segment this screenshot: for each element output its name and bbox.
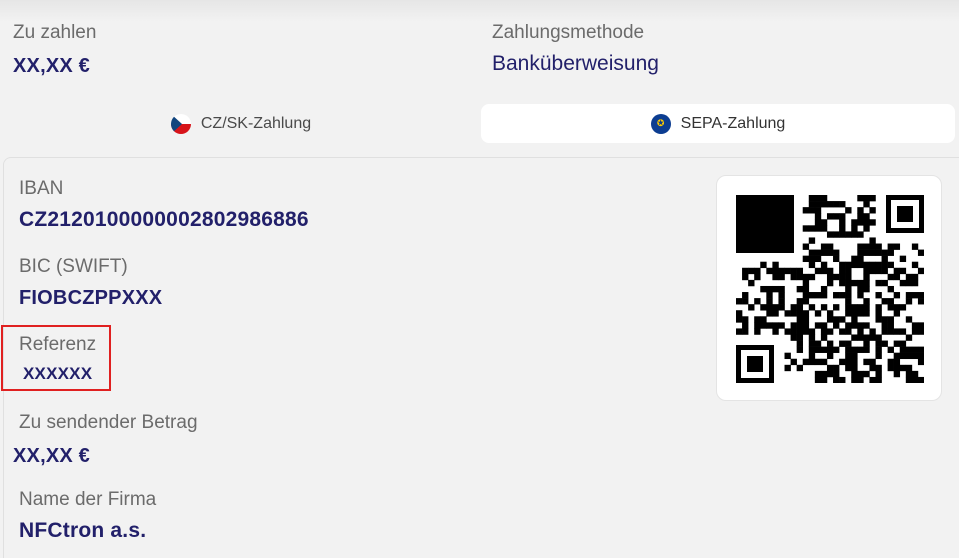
tab-cz-sk-label: CZ/SK-Zahlung [200, 114, 312, 132]
reference-highlight-box [1, 325, 111, 391]
payment-method-label: Zahlungsmethode [492, 22, 645, 43]
send-amount-value: XX,XX € [13, 445, 90, 467]
tab-sepa-payment[interactable]: ✪ SEPA-Zahlung [481, 104, 955, 143]
tab-cz-sk-payment[interactable]: CZ/SK-Zahlung [6, 104, 476, 143]
company-name-value: NFCtron a.s. [19, 519, 147, 542]
czech-flag-icon [170, 113, 191, 134]
qr-code-card [716, 175, 942, 401]
iban-label: IBAN [19, 178, 64, 199]
tab-sepa-label: SEPA-Zahlung [680, 114, 786, 132]
bic-value: FIOBCZPPXXX [19, 287, 163, 309]
amount-label: Zu zahlen [13, 22, 97, 43]
qr-code-icon [736, 195, 924, 383]
send-amount-label: Zu sendender Betrag [19, 412, 198, 433]
bic-label: BIC (SWIFT) [19, 256, 128, 277]
payment-method-value: Banküberweisung [492, 52, 659, 75]
eu-flag-icon: ✪ [650, 113, 671, 134]
company-name-label: Name der Firma [19, 489, 157, 510]
amount-value: XX,XX € [13, 55, 90, 77]
top-shadow [0, 0, 959, 22]
iban-value: CZ2120100000002802986886 [19, 208, 309, 231]
